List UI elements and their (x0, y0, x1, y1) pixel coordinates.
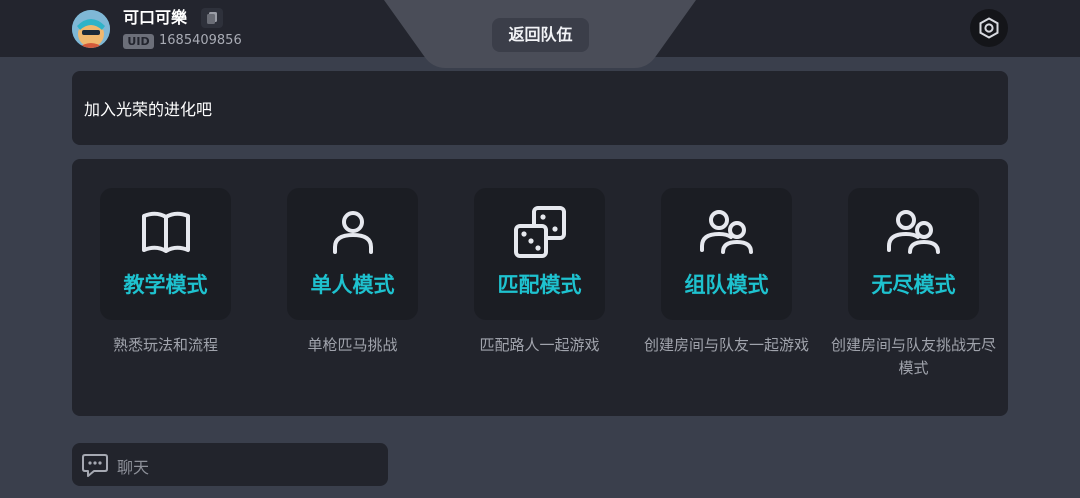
book-icon (142, 211, 190, 253)
username: 可口可樂 (123, 8, 188, 27)
group-icon (887, 210, 940, 254)
mode-card[interactable]: 单人模式 (287, 188, 418, 320)
mode-card[interactable]: 匹配模式 (474, 188, 605, 320)
mode-title: 匹配模式 (497, 273, 582, 297)
mode-card[interactable]: 无尽模式 (848, 188, 979, 320)
mode-description: 创建房间与队友挑战无尽模式 (830, 336, 996, 377)
mode-title: 无尽模式 (871, 273, 956, 297)
person-icon (333, 211, 373, 254)
mode-title: 教学模式 (123, 273, 208, 297)
mode-description: 单枪匹马挑战 (307, 336, 398, 354)
back-to-team-button[interactable]: 返回队伍 (492, 18, 589, 52)
mode-panel: 教学模式 熟悉玩法和流程 单人模式 单枪匹马挑战 匹配模式 匹配路人一起游戏 组… (72, 159, 1008, 416)
chat-bubble-icon (82, 454, 108, 477)
mode-description: 熟悉玩法和流程 (112, 336, 218, 354)
mode-team[interactable]: 组队模式 创建房间与队友一起游戏 (633, 188, 820, 388)
mode-solo[interactable]: 单人模式 单枪匹马挑战 (259, 188, 446, 388)
uid-badge: UID (123, 34, 154, 49)
mode-description: 匹配路人一起游戏 (479, 336, 600, 354)
settings-button[interactable] (970, 9, 1008, 47)
group-icon (700, 210, 753, 254)
banner: 加入光荣的进化吧 (72, 71, 1008, 145)
avatar[interactable] (72, 10, 110, 48)
chat-placeholder: 聊天 (117, 458, 150, 477)
mode-card[interactable]: 教学模式 (100, 188, 231, 320)
mode-title: 组队模式 (684, 273, 769, 297)
copy-icon[interactable] (201, 8, 223, 28)
mode-tutorial[interactable]: 教学模式 熟悉玩法和流程 (72, 188, 259, 388)
uid-value: 1685409856 (159, 33, 242, 48)
mode-match[interactable]: 匹配模式 匹配路人一起游戏 (446, 188, 633, 388)
mode-endless[interactable]: 无尽模式 创建房间与队友挑战无尽模式 (820, 188, 1007, 388)
dice-icon (514, 206, 566, 258)
chat-input[interactable]: 聊天 (72, 443, 388, 486)
mode-card[interactable]: 组队模式 (661, 188, 792, 320)
mode-title: 单人模式 (310, 273, 395, 297)
gear-icon (979, 17, 999, 39)
mode-description: 创建房间与队友一起游戏 (643, 336, 809, 354)
banner-text: 加入光荣的进化吧 (84, 100, 213, 119)
